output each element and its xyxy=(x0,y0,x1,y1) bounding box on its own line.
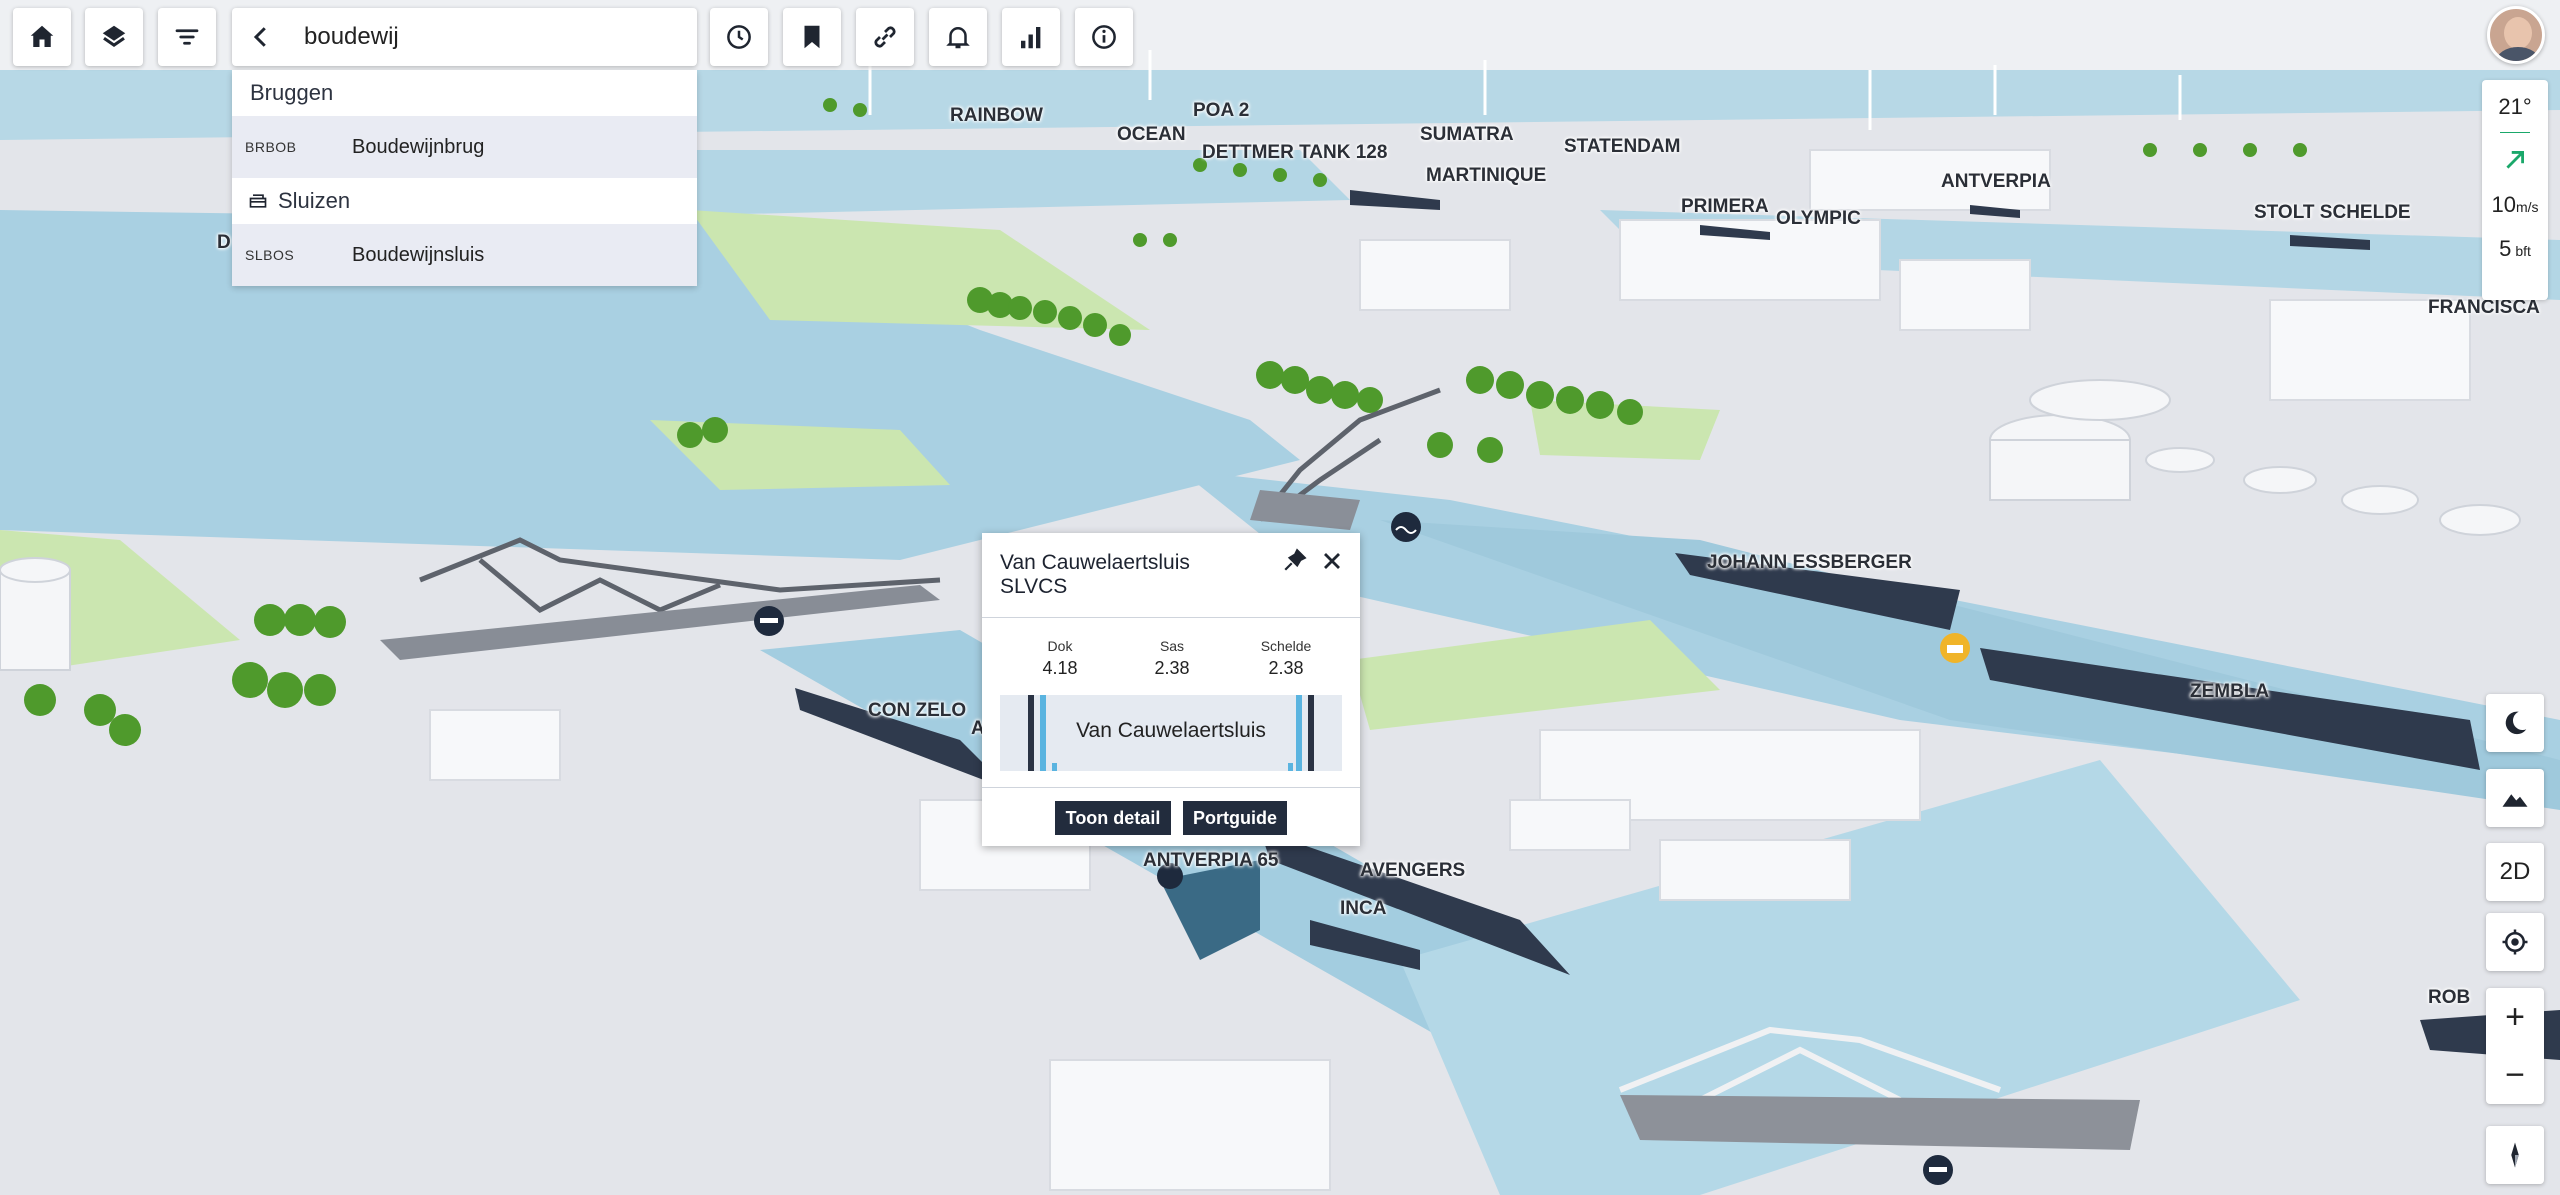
wind-unit: m/s xyxy=(2515,199,2539,215)
show-detail-button[interactable]: Toon detail xyxy=(1055,801,1171,835)
bookmark-button[interactable] xyxy=(783,8,841,66)
result-group-label: Sluizen xyxy=(278,188,351,213)
ship-label-dettmer[interactable]: DETTMER TANK 128 xyxy=(1202,142,1387,164)
lock-icon xyxy=(249,194,267,208)
result-code: BRBOB xyxy=(245,139,297,155)
ship-label-martinique[interactable]: MARTINIQUE xyxy=(1426,165,1546,187)
level-sas: Sas 2.38 xyxy=(1132,638,1212,679)
zoom-in-button[interactable]: + xyxy=(2486,988,2544,1046)
back-icon[interactable] xyxy=(246,22,276,52)
history-button[interactable] xyxy=(710,8,768,66)
level-label: Dok xyxy=(1047,638,1073,654)
wind-speed: 10 xyxy=(2491,192,2516,217)
compass-button[interactable] xyxy=(2486,1126,2544,1184)
ship-label-avengers[interactable]: AVENGERS xyxy=(1360,860,1465,882)
ship-label-rainbow[interactable]: RAINBOW xyxy=(950,105,1043,127)
home-button[interactable] xyxy=(13,8,71,66)
temperature: 21° xyxy=(2498,94,2532,119)
moon-icon xyxy=(2505,711,2527,735)
result-name: Boudewijnbrug xyxy=(352,135,485,158)
search-bar xyxy=(232,8,901,66)
portguide-button[interactable]: Portguide xyxy=(1183,801,1287,835)
terrain-button[interactable] xyxy=(2486,769,2544,827)
ship-label-rob[interactable]: ROB xyxy=(2428,987,2470,1009)
bookmark-icon xyxy=(804,25,820,49)
filter-icon xyxy=(175,29,199,45)
zoom-control: + − xyxy=(2486,988,2544,1104)
ship-label-olympic[interactable]: OLYMPIC xyxy=(1776,208,1861,230)
wind-direction-icon xyxy=(2506,151,2524,169)
ship-label-zembla[interactable]: ZEMBLA xyxy=(2190,681,2269,703)
ship-label-conzelo[interactable]: CON ZELO xyxy=(868,700,966,722)
level-dok: Dok 4.18 xyxy=(1020,638,1100,679)
ship-label-stolt[interactable]: STOLT SCHELDE xyxy=(2254,202,2411,224)
popup-code: SLVCS xyxy=(1000,575,1068,598)
bell-icon xyxy=(946,27,970,49)
ship-label-d[interactable]: D xyxy=(217,232,231,254)
result-group-bridges: Bruggen xyxy=(232,70,697,116)
divider xyxy=(982,617,1360,618)
stats-icon xyxy=(1021,27,1041,49)
level-schelde: Schelde 2.38 xyxy=(1246,638,1326,679)
ship-label-antverpia[interactable]: ANTVERPIA xyxy=(1941,171,2051,193)
lock-diagram: Van Cauwelaertsluis xyxy=(1000,695,1342,771)
history-icon xyxy=(727,25,751,49)
level-value: 2.38 xyxy=(1154,658,1190,678)
ship-label-primera[interactable]: PRIMERA xyxy=(1681,196,1769,218)
level-value: 2.38 xyxy=(1268,658,1304,678)
level-value: 4.18 xyxy=(1042,658,1078,678)
ship-label-francisca[interactable]: FRANCISCA xyxy=(2428,297,2540,319)
pin-icon[interactable] xyxy=(1282,547,1308,573)
close-icon[interactable] xyxy=(1318,547,1346,575)
zoom-out-button[interactable]: − xyxy=(2486,1046,2544,1104)
view-mode-button[interactable]: 2D xyxy=(2486,843,2544,901)
level-label: Schelde xyxy=(1260,638,1312,654)
layers-icon xyxy=(102,25,126,48)
ship-label-ocean[interactable]: OCEAN xyxy=(1117,124,1186,146)
link-button[interactable] xyxy=(856,8,914,66)
result-code: SLBOS xyxy=(245,247,295,263)
info-button[interactable] xyxy=(1075,8,1133,66)
ship-label-antverpia65[interactable]: ANTVERPIA 65 xyxy=(1143,850,1279,872)
result-item[interactable]: BRBOB Boudewijnbrug xyxy=(232,116,697,178)
result-group-locks: Sluizen xyxy=(232,178,697,224)
level-label: Sas xyxy=(1159,638,1185,654)
weather-panel[interactable]: 21° 10m/s 5 bft xyxy=(2482,80,2548,300)
statistics-button[interactable] xyxy=(1002,8,1060,66)
ship-label-inca[interactable]: INCA xyxy=(1340,898,1386,920)
result-group-label: Bruggen xyxy=(250,80,334,105)
result-item[interactable]: SLBOS Boudewijnsluis xyxy=(232,224,697,286)
lock-popup: Van Cauwelaertsluis SLVCS Dok 4.18 Sas 2… xyxy=(982,533,1360,846)
beaufort: 5 xyxy=(2499,236,2512,261)
info-icon xyxy=(1092,25,1116,49)
divider xyxy=(982,787,1360,788)
link-icon xyxy=(874,26,896,48)
notifications-button[interactable] xyxy=(929,8,987,66)
home-icon xyxy=(30,25,54,47)
search-input[interactable] xyxy=(304,18,604,56)
target-icon xyxy=(2502,929,2528,955)
search-results: Bruggen BRBOB Boudewijnbrug Sluizen SLBO… xyxy=(232,70,697,286)
filter-button[interactable] xyxy=(158,8,216,66)
ship-label-statendam[interactable]: STATENDAM xyxy=(1564,136,1680,158)
beaufort-unit: bft xyxy=(2515,243,2531,259)
night-mode-button[interactable] xyxy=(2486,694,2544,752)
ship-label-sumatra[interactable]: SUMATRA xyxy=(1420,124,1514,146)
popup-title: Van Cauwelaertsluis xyxy=(1000,551,1190,574)
view-mode-label: 2D xyxy=(2499,858,2531,885)
ship-label-johann[interactable]: JOHANN ESSBERGER xyxy=(1707,552,1912,574)
lock-name: Van Cauwelaertsluis xyxy=(1076,719,1266,742)
compass-icon xyxy=(2511,1142,2519,1168)
locate-button[interactable] xyxy=(2486,913,2544,971)
mountain-icon xyxy=(2502,794,2528,807)
user-avatar[interactable] xyxy=(2487,6,2545,64)
result-name: Boudewijnsluis xyxy=(352,243,485,266)
ship-label-poa2[interactable]: POA 2 xyxy=(1193,100,1249,122)
layers-button[interactable] xyxy=(85,8,143,66)
